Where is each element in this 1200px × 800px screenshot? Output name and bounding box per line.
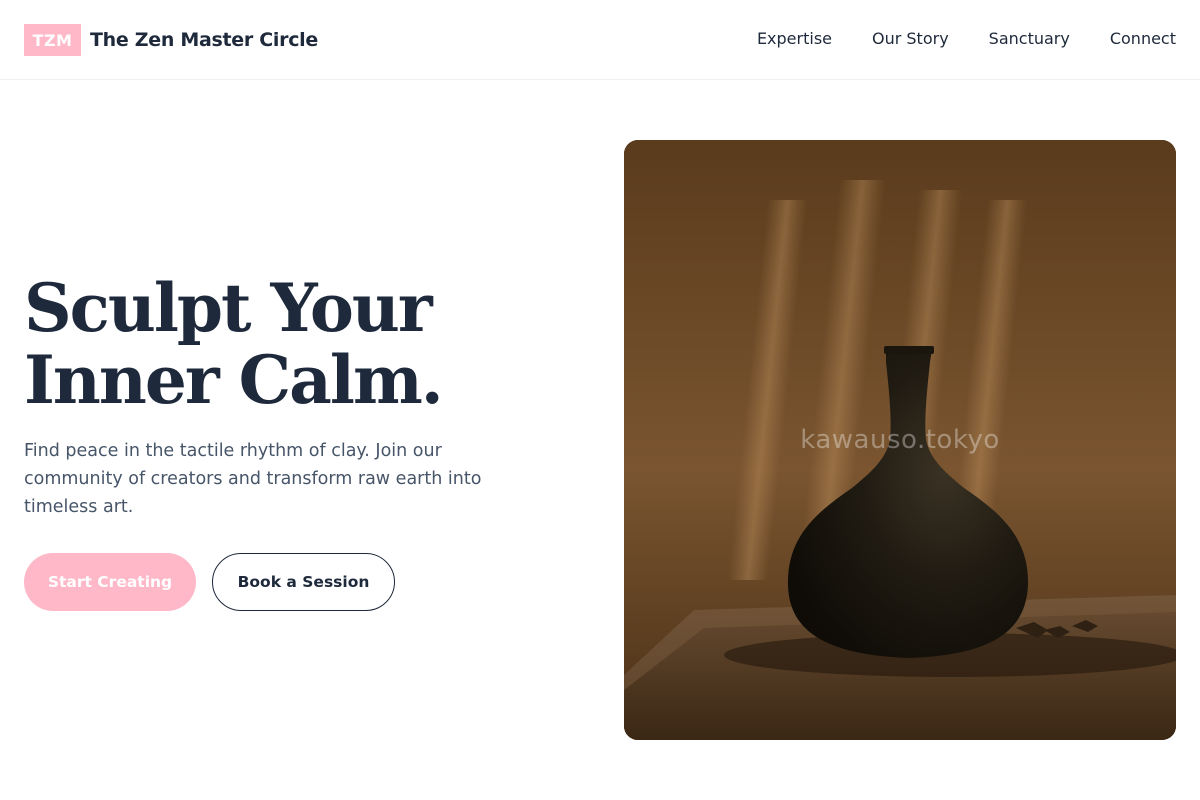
hero-title-line-2: Inner Calm. xyxy=(24,341,444,419)
main-nav: Expertise Our Story Sanctuary Connect xyxy=(717,28,1176,50)
nav-link-sanctuary[interactable]: Sanctuary xyxy=(989,28,1070,50)
hero-subtitle: Find peace in the tactile rhythm of clay… xyxy=(24,441,482,517)
nav-link-our-story[interactable]: Our Story xyxy=(872,28,949,50)
book-session-button[interactable]: Book a Session xyxy=(212,553,395,611)
nav-link-expertise[interactable]: Expertise xyxy=(757,28,832,50)
start-creating-button[interactable]: Start Creating xyxy=(24,553,196,611)
hero-image-vase: kawauso.tokyo xyxy=(624,140,1176,740)
brand-name[interactable]: The Zen Master Circle xyxy=(90,29,318,51)
hero-title-line-1: Sculpt Your xyxy=(24,269,433,347)
vase-illustration xyxy=(624,140,1176,740)
logo-badge[interactable]: TZM xyxy=(24,24,81,56)
top-navigation-bar: TZM The Zen Master Circle Expertise Our … xyxy=(0,0,1200,80)
nav-link-connect[interactable]: Connect xyxy=(1110,28,1176,50)
hero-title: Sculpt Your Inner Calm. xyxy=(24,272,584,416)
brand[interactable]: TZM The Zen Master Circle xyxy=(24,24,318,56)
